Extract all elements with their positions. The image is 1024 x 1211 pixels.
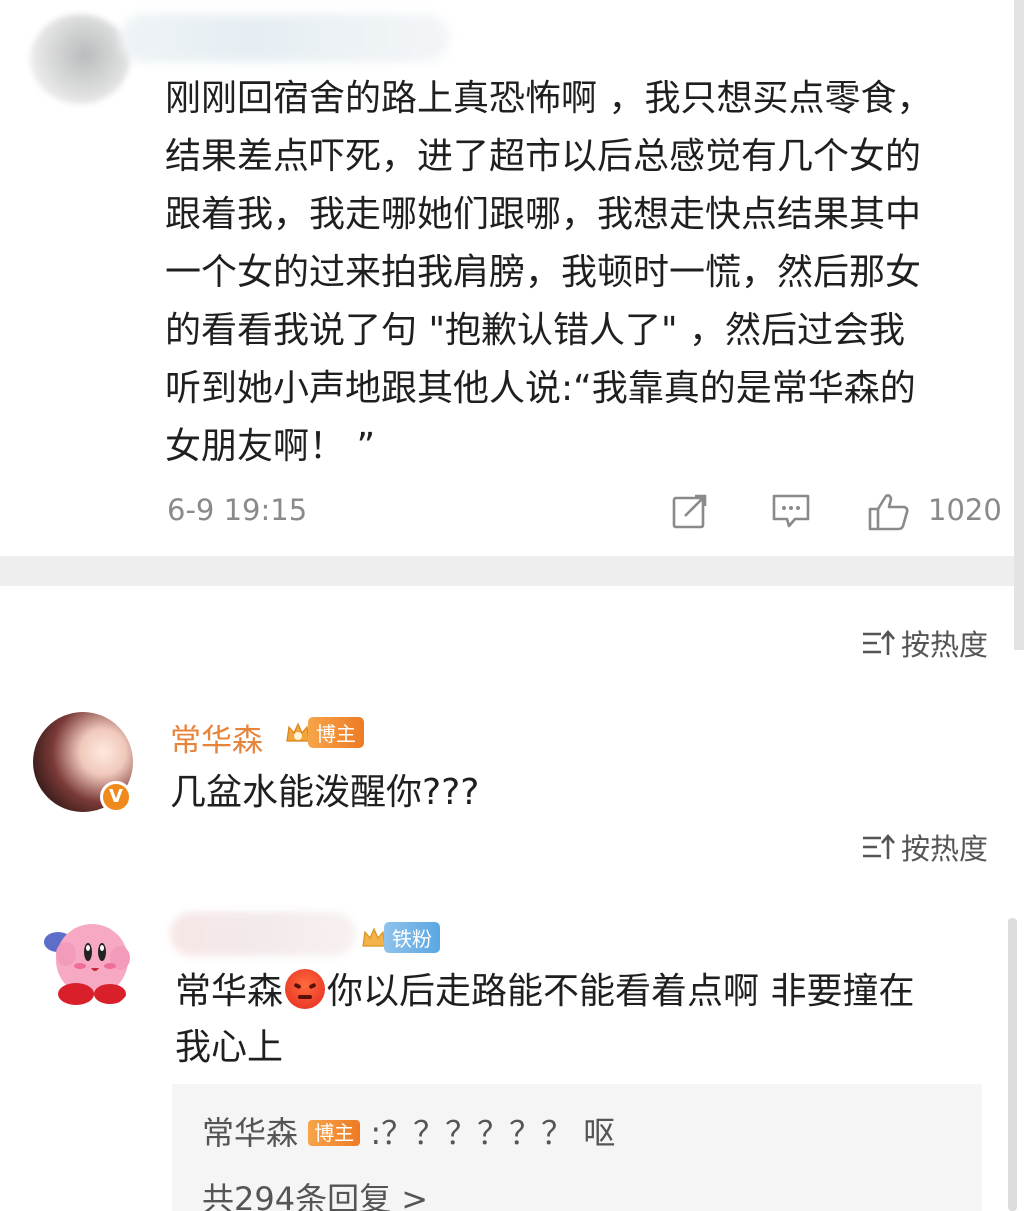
comment-text-part: 我心上 — [175, 1027, 284, 1068]
reply-preview[interactable]: 常华森 博主 :？？？？？？ 呕 共294条回复 > — [172, 1084, 982, 1211]
reply-text: :？？？？？？ 呕 — [370, 1114, 616, 1152]
comment-text-part: 你以后走路能不能看着点啊 非要撞在 — [327, 971, 915, 1012]
post-line: 结果差点吓死，进了超市以后总感觉有几个女的 — [165, 136, 922, 177]
comment-text-part: 常华森 — [175, 971, 284, 1012]
poster-name-blurred — [120, 14, 450, 62]
view-replies-link[interactable]: 共294条回复 > — [202, 1174, 428, 1211]
angry-face-icon — [285, 969, 326, 1009]
avatar[interactable] — [36, 912, 138, 1014]
verified-badge: V — [100, 781, 132, 813]
share-icon[interactable] — [671, 492, 709, 534]
page-edge — [1014, 0, 1024, 650]
tag-label: 博主 — [308, 717, 364, 748]
post-line: 听到她小声地跟其他人说:“我靠真的是常华森的 — [165, 368, 916, 409]
weibo-comment-page: 刚刚回宿舍的路上真恐怖啊 ，我只想买点零食， 结果差点吓死，进了超市以后总感觉有… — [0, 0, 1024, 1211]
comment-author[interactable]: 常华森 — [170, 715, 263, 760]
sort-icon — [862, 834, 895, 859]
kirby-avatar-image — [44, 924, 130, 1005]
reply-author[interactable]: 常华森 — [202, 1114, 298, 1152]
sort-icon — [862, 630, 895, 655]
section-divider — [0, 556, 1024, 586]
post-line: 刚刚回宿舍的路上真恐怖啊 ，我只想买点零食， — [165, 78, 933, 119]
author-tag: 博主 — [284, 717, 364, 748]
commenter-name-blurred — [170, 912, 356, 956]
post-body: 刚刚回宿舍的路上真恐怖啊 ，我只想买点零食， 结果差点吓死，进了超市以后总感觉有… — [165, 70, 995, 476]
fan-tag: 铁粉 — [360, 922, 440, 953]
sort-label: 按热度 — [900, 628, 988, 662]
post-line: 一个女的过来拍我肩膀，我顿时一慌，然后那女 — [165, 252, 922, 293]
post-line: 女朋友啊！ ” — [165, 426, 376, 467]
comment-text: 几盆水能泼醒你??? — [170, 772, 480, 813]
comment-icon[interactable] — [771, 492, 811, 534]
sort-by-hot-button[interactable]: 按热度 — [861, 622, 988, 664]
poster-avatar[interactable] — [30, 14, 130, 104]
author-tag: 博主 — [308, 1114, 361, 1152]
sort-label: 按热度 — [900, 832, 988, 866]
reply-line: 常华森 博主 :？？？？？？ 呕 — [202, 1108, 615, 1154]
like-count: 1020 — [928, 493, 1002, 527]
post-line: 的看看我说了句 "抱歉认错人了" ，然后过会我 — [165, 310, 906, 351]
tag-label: 博主 — [308, 1120, 361, 1146]
scrollbar[interactable] — [1008, 918, 1017, 1211]
sort-by-hot-button[interactable]: 按热度 — [861, 826, 988, 868]
tag-label: 铁粉 — [384, 922, 440, 953]
post-timestamp: 6-9 19:15 — [167, 493, 308, 527]
comment-text: 常华森 你以后走路能不能看着点啊 非要撞在 我心上 — [175, 964, 975, 1076]
like-icon[interactable] — [867, 492, 911, 536]
post-line: 跟着我，我走哪她们跟哪，我想走快点结果其中 — [165, 194, 922, 235]
